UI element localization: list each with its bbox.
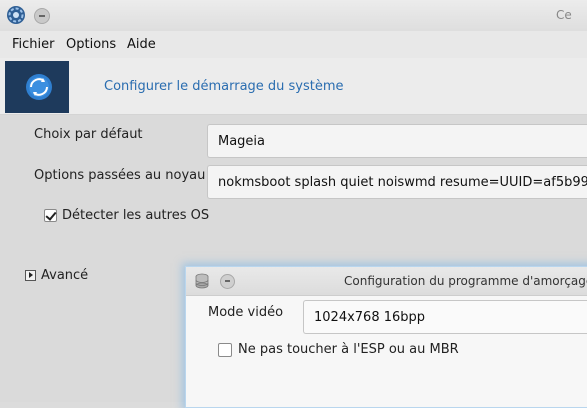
menu-aide[interactable]: Aide: [127, 37, 156, 52]
window-titlebar: Ce: [0, 0, 587, 32]
kernel-options-label: Options passées au noyau: [34, 168, 206, 183]
dialog-title: Configuration du programme d'amorçage: [344, 274, 587, 288]
header-banner: Configurer le démarrage du système: [0, 58, 587, 115]
esp-mbr-checkbox[interactable]: [218, 343, 232, 357]
dialog-titlebar: Configuration du programme d'amorçage: [186, 267, 587, 296]
menu-fichier[interactable]: Fichier: [12, 37, 55, 52]
advanced-expander-icon[interactable]: [25, 270, 36, 281]
detect-other-os-checkbox[interactable]: [44, 209, 57, 222]
bootloader-logo: [5, 61, 69, 113]
menubar: Fichier Options Aide: [0, 31, 587, 59]
video-mode-label: Mode vidéo: [208, 305, 284, 320]
dialog-minimize-button[interactable]: [220, 274, 235, 289]
video-mode-select[interactable]: 1024x768 16bpp: [303, 300, 587, 334]
boot-cycle-icon: [26, 74, 52, 100]
kernel-options-input[interactable]: nokmsboot splash quiet noiswmd resume=UU…: [207, 165, 587, 199]
menu-options[interactable]: Options: [66, 37, 116, 52]
bootloader-config-dialog: Configuration du programme d'amorçage Mo…: [185, 266, 587, 408]
dialog-body: Mode vidéo 1024x768 16bpp Ne pas toucher…: [186, 296, 587, 407]
window-title: Ce: [556, 8, 572, 22]
detect-other-os-label: Détecter les autres OS: [62, 208, 210, 223]
default-choice-select[interactable]: Mageia: [207, 124, 587, 158]
page-title: Configurer le démarrage du système: [104, 79, 344, 94]
minimize-button[interactable]: [34, 8, 50, 24]
esp-mbr-label: Ne pas toucher à l'ESP ou au MBR: [238, 342, 459, 357]
app-gear-icon[interactable]: [6, 5, 26, 25]
default-choice-label: Choix par défaut: [34, 127, 143, 142]
advanced-label[interactable]: Avancé: [41, 268, 88, 283]
disk-icon: [195, 273, 209, 289]
